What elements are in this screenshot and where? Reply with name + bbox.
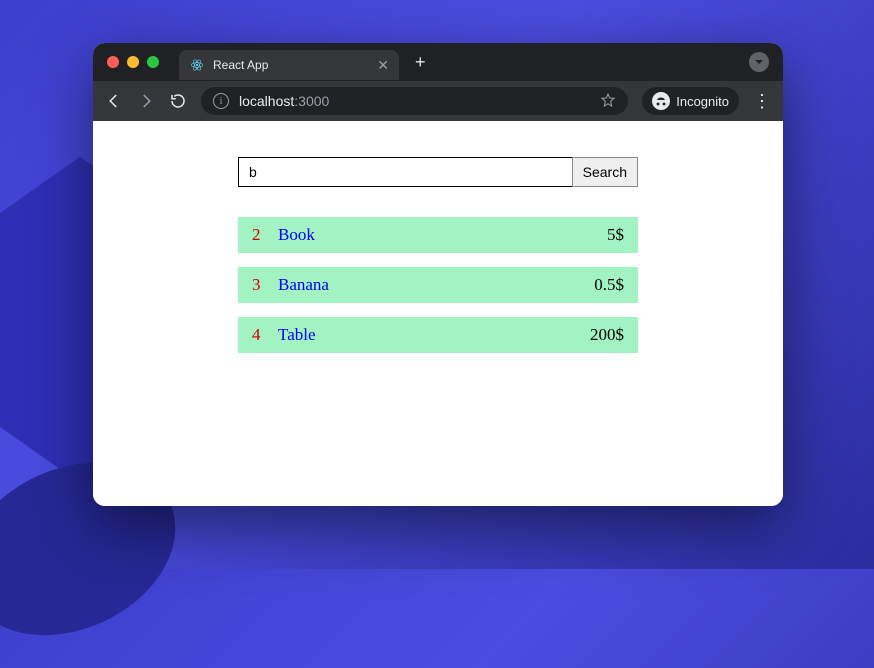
result-name: Book <box>278 225 607 245</box>
address-bar[interactable]: i localhost:3000 <box>201 87 628 115</box>
incognito-badge[interactable]: Incognito <box>642 87 739 115</box>
browser-menu-button[interactable]: ⋮ <box>753 91 771 112</box>
new-tab-button[interactable]: + <box>415 52 426 73</box>
window-controls <box>107 56 159 68</box>
maximize-window-button[interactable] <box>147 56 159 68</box>
close-window-button[interactable] <box>107 56 119 68</box>
back-button[interactable] <box>105 92 123 110</box>
result-id: 3 <box>252 275 278 295</box>
result-name: Table <box>278 325 590 345</box>
bookmark-star-icon[interactable] <box>600 92 616 111</box>
close-tab-icon[interactable]: ✕ <box>377 57 389 74</box>
results-list: 2Book5$ 3Banana0.5$ 4Table200$ <box>238 217 638 367</box>
search-form: Search <box>238 157 638 187</box>
browser-window: React App ✕ + i localhost:3000 <box>93 43 783 506</box>
result-row: 4Table200$ <box>238 317 638 353</box>
tab-strip: React App ✕ + <box>93 43 783 81</box>
browser-tab[interactable]: React App ✕ <box>179 50 399 80</box>
result-row: 3Banana0.5$ <box>238 267 638 303</box>
site-info-icon[interactable]: i <box>213 93 229 109</box>
incognito-label: Incognito <box>676 94 729 109</box>
result-name: Banana <box>278 275 594 295</box>
browser-toolbar: i localhost:3000 Incognito ⋮ <box>93 81 783 121</box>
tabs-dropdown-button[interactable] <box>749 52 769 72</box>
result-id: 2 <box>252 225 278 245</box>
react-favicon-icon <box>189 57 205 73</box>
result-price: 0.5$ <box>594 275 624 295</box>
incognito-icon <box>652 92 670 110</box>
forward-button[interactable] <box>137 92 155 110</box>
reload-button[interactable] <box>169 92 187 110</box>
search-input[interactable] <box>238 157 573 187</box>
search-button[interactable]: Search <box>572 157 638 187</box>
result-id: 4 <box>252 325 278 345</box>
page-content: Search 2Book5$ 3Banana0.5$ 4Table200$ <box>93 121 783 506</box>
result-price: 5$ <box>607 225 624 245</box>
result-price: 200$ <box>590 325 624 345</box>
tab-title: React App <box>213 58 369 72</box>
address-host: localhost:3000 <box>239 93 329 109</box>
result-row: 2Book5$ <box>238 217 638 253</box>
minimize-window-button[interactable] <box>127 56 139 68</box>
